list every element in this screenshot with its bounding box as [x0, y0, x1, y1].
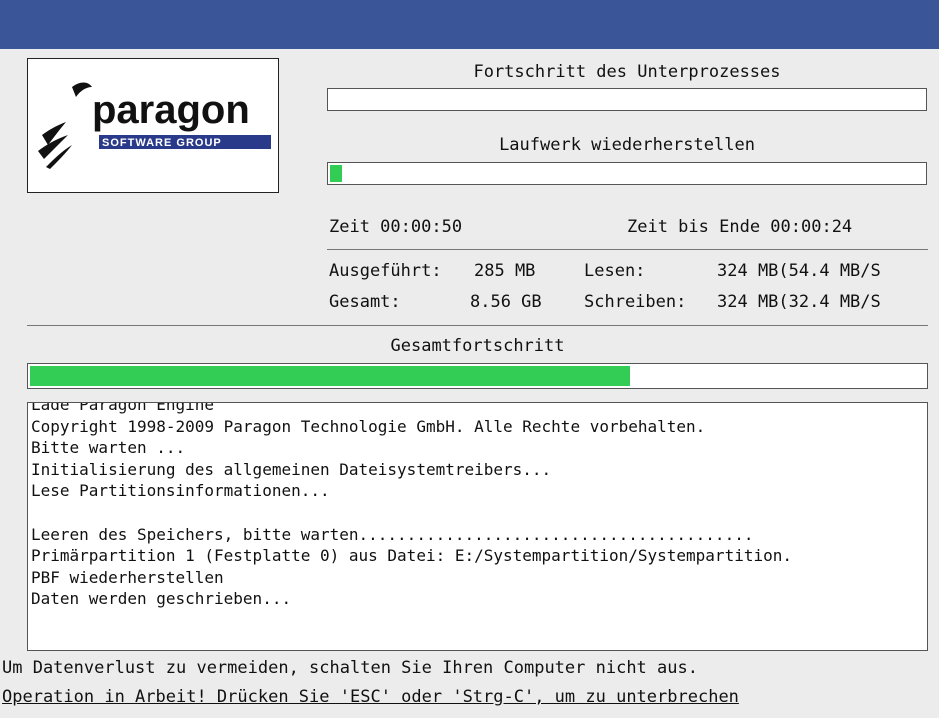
remaining-time: Zeit bis Ende 00:00:24 — [627, 217, 853, 237]
log-output[interactable]: Lade Paragon Engine Copyright 1998-2009 P… — [27, 402, 928, 651]
log-line: Primärpartition 1 (Festplatte 0) aus Dat… — [31, 546, 792, 566]
total-label: Gesamt: — [329, 292, 401, 312]
divider — [327, 249, 928, 250]
sub-progress-bar — [327, 88, 927, 111]
total-value: 8.56 GB — [470, 292, 542, 312]
overall-progress-label: Gesamtfortschritt — [390, 336, 565, 356]
overall-progress-bar — [27, 363, 928, 389]
cancel-hint: Operation in Arbeit! Drücken Sie 'ESC' o… — [2, 687, 739, 707]
logo-tagline-text: SOFTWARE GROUP — [102, 137, 222, 149]
done-label: Ausgeführt: — [329, 261, 442, 281]
log-line: Daten werden geschrieben... — [31, 589, 292, 609]
log-line: Initialisierung des allgemeinen Dateisys… — [31, 459, 552, 479]
paragon-logo: paragon SOFTWARE GROUP — [27, 58, 279, 193]
drive-restore-progress-fill — [330, 165, 342, 182]
log-lines: Lade Paragon Engine Copyright 1998-2009 P… — [31, 402, 792, 610]
drive-restore-label: Laufwerk wiederherstellen — [499, 135, 755, 155]
log-line: Copyright 1998-2009 Paragon Technologie … — [31, 416, 706, 436]
drive-restore-progress-bar — [327, 162, 927, 185]
log-line: Bitte warten ... — [31, 438, 186, 458]
divider — [27, 325, 928, 326]
paragon-logo-graphic: paragon SOFTWARE GROUP — [38, 82, 271, 169]
done-value: 285 MB — [474, 261, 536, 281]
logo-brand-text: paragon — [92, 88, 250, 132]
sub-progress-label: Fortschritt des Unterprozesses — [473, 62, 781, 82]
read-value: 324 MB(54.4 MB/S — [717, 261, 881, 281]
elapsed-time: Zeit 00:00:50 — [329, 217, 463, 237]
log-line: Lade Paragon Engine — [31, 402, 215, 414]
warning-message: Um Datenverlust zu vermeiden, schalten S… — [2, 658, 698, 678]
write-label: Schreiben: — [584, 292, 687, 312]
write-value: 324 MB(32.4 MB/S — [717, 292, 881, 312]
read-label: Lesen: — [584, 261, 646, 281]
log-line: PBF wiederherstellen — [31, 567, 224, 587]
title-bar — [0, 0, 939, 49]
log-line: Lese Partitionsinformationen... — [31, 481, 330, 501]
overall-progress-fill — [30, 366, 630, 386]
log-line: Leeren des Speichers, bitte warten......… — [31, 524, 754, 544]
